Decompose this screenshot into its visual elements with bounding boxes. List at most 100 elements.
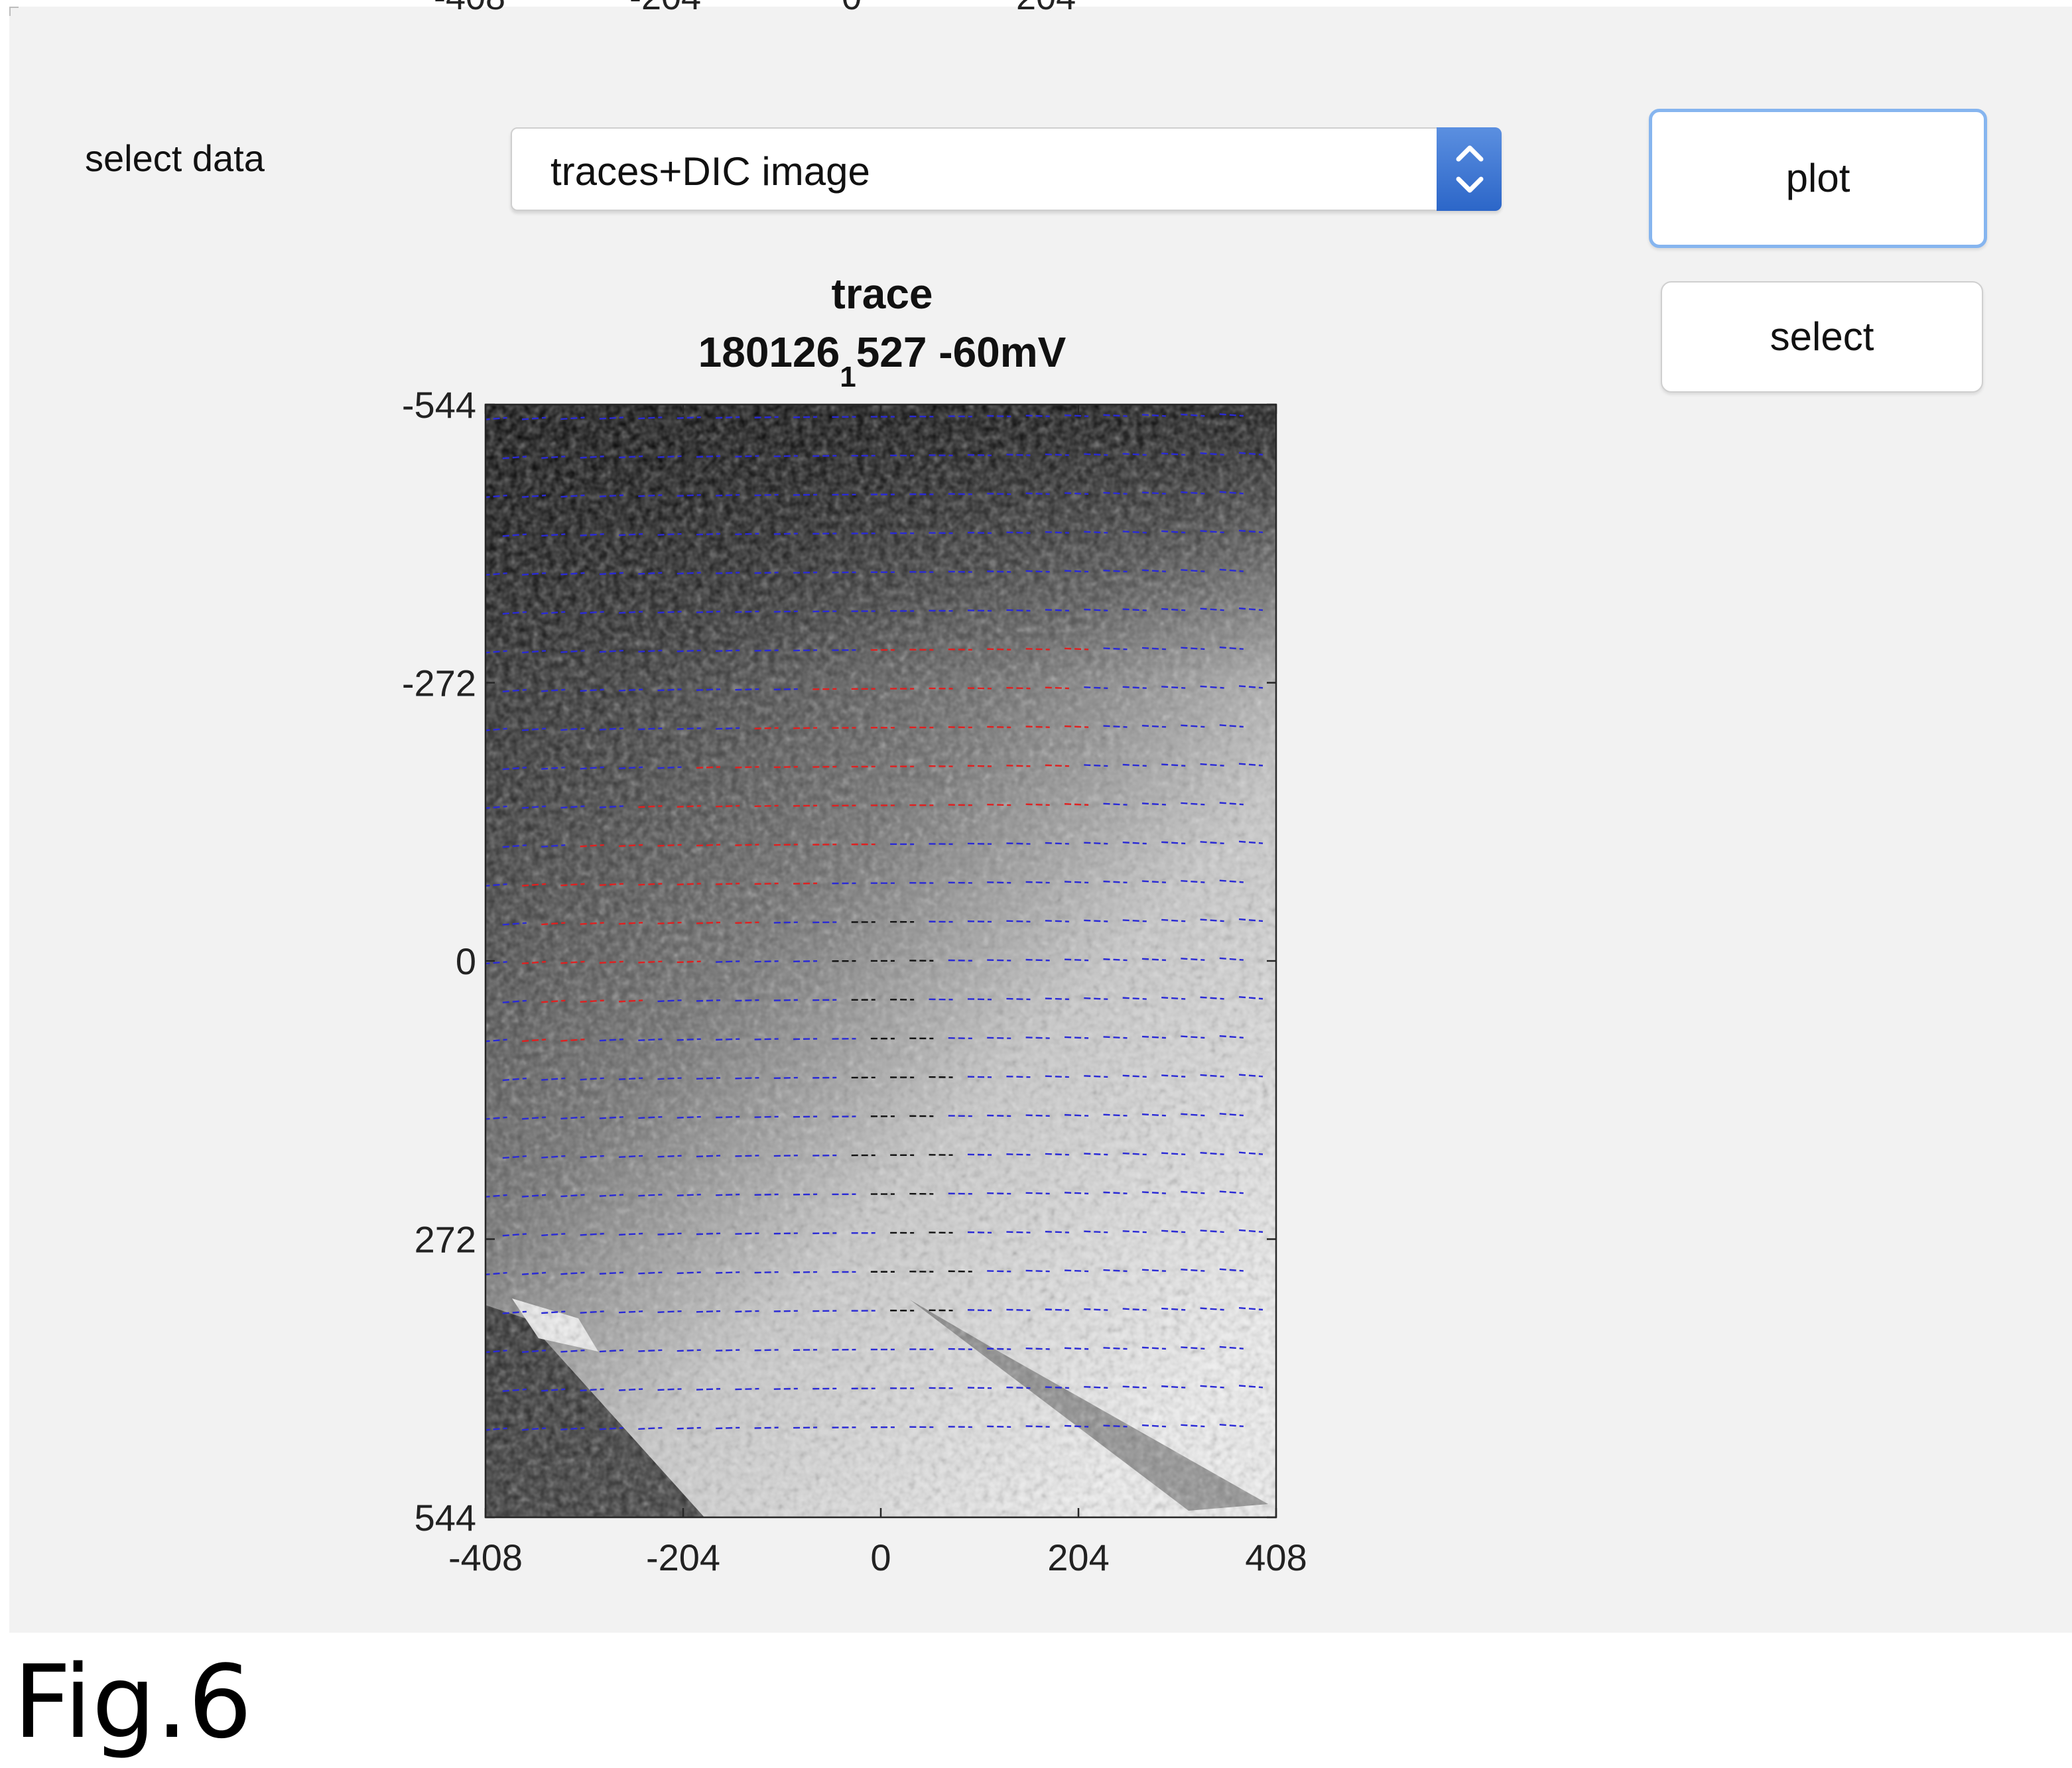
trace-dash-blue: [696, 999, 721, 1002]
trace-dash-red: [657, 921, 682, 924]
trace-dash-blue: [948, 493, 972, 495]
trace-dash-blue: [1084, 686, 1108, 690]
trace-dash-blue: [773, 688, 798, 690]
trace-dash-red: [987, 803, 1011, 806]
trace-dash-blue: [1006, 1231, 1031, 1233]
trace-dash-blue: [1084, 997, 1108, 1000]
trace-dash-blue: [716, 1349, 740, 1352]
trace-dash-blue: [773, 533, 798, 535]
trace-dash-blue: [735, 1232, 759, 1235]
y-tick-label: 544: [415, 1497, 476, 1539]
trace-dash-blue: [793, 649, 818, 652]
trace-dash-blue: [793, 571, 818, 574]
trace-dash-blue: [1084, 1230, 1108, 1233]
trace-dash-blue: [696, 1310, 721, 1313]
trace-dash-blue: [1084, 1385, 1108, 1389]
trace-dash-blue: [716, 960, 740, 963]
trace-dash-blue: [1084, 1075, 1108, 1078]
trace-dash-blue: [657, 999, 682, 1003]
trace-dash-red: [754, 727, 779, 729]
trace-dash-blue: [987, 881, 1011, 884]
trace-dash-blue: [735, 1310, 759, 1313]
trace-dash-blue: [773, 999, 798, 1001]
trace-dash-blue: [735, 455, 759, 458]
trace-dash-red: [967, 765, 992, 767]
trace-dash-blue: [754, 416, 779, 418]
trace-dash-blue: [754, 1038, 779, 1041]
trace-dash-blue: [793, 1271, 818, 1273]
trace-dash-red: [1025, 726, 1050, 728]
trace-dash-blue: [1084, 608, 1108, 611]
trace-dash-blue: [716, 727, 740, 730]
trace-dash-red: [987, 648, 1011, 651]
trace-dash-blue: [1025, 1192, 1050, 1195]
trace-dash-red: [948, 804, 972, 806]
trace-dash-blue: [967, 454, 992, 456]
trace-dash-blue: [1025, 1347, 1050, 1350]
trace-dash-blue: [1006, 920, 1031, 922]
trace-dash-blue: [657, 766, 682, 769]
trace-dash-blue: [696, 455, 721, 458]
x-tick-label: -408: [448, 1537, 523, 1578]
trace-dash-blue: [754, 649, 779, 652]
trace-dash-blue: [657, 455, 682, 458]
x-tick-label: -204: [646, 1537, 720, 1578]
trace-dash-red: [793, 727, 818, 729]
trace-dash-blue: [754, 960, 779, 963]
trace-dash-blue: [1045, 920, 1069, 922]
trace-dash-blue: [1045, 842, 1069, 845]
trace-dash-blue: [773, 1232, 798, 1235]
trace-dash-dark: [948, 1270, 972, 1273]
trace-dash-blue: [987, 1037, 1011, 1039]
trace-dash-blue: [987, 959, 1011, 962]
trace-dash-blue: [1045, 531, 1069, 534]
trace-dash-blue: [716, 416, 740, 419]
trace-dash-blue: [948, 1037, 972, 1040]
trace-chart: -408 -204 0 204 408 -544 -272 0 272 544: [402, 384, 1307, 1578]
trace-dash-blue: [735, 688, 759, 691]
trace-dash-red: [696, 921, 721, 924]
trace-dash-blue: [1045, 1153, 1069, 1156]
trace-dash-red: [967, 687, 992, 690]
trace-dash-blue: [1006, 454, 1031, 456]
trace-dash-blue: [716, 1038, 740, 1041]
trace-dash-blue: [1065, 1036, 1089, 1039]
trace-dash-red: [716, 883, 740, 885]
trace-dash-blue: [773, 1310, 798, 1312]
trace-dash-blue: [657, 1232, 682, 1235]
trace-dash-blue: [677, 1271, 701, 1275]
trace-dash-blue: [677, 1038, 701, 1041]
trace-dash-blue: [657, 1077, 682, 1080]
trace-dash-blue: [1025, 1114, 1050, 1117]
trace-dash-blue: [1065, 414, 1089, 417]
trace-dash-blue: [696, 533, 721, 536]
trace-dash-blue: [987, 493, 1011, 495]
trace-dash-blue: [1045, 1308, 1069, 1311]
trace-dash-blue: [1045, 609, 1069, 611]
trace-dash-red: [754, 882, 779, 885]
trace-dash-blue: [657, 1155, 682, 1158]
trace-dash-blue: [948, 959, 972, 962]
trace-dash-blue: [1065, 1347, 1089, 1350]
trace-dash-red: [948, 648, 972, 651]
figure-caption: Fig.6: [13, 1643, 253, 1761]
trace-dash-blue: [677, 572, 701, 575]
trace-dash-blue: [773, 921, 798, 924]
trace-dash-blue: [716, 1271, 740, 1274]
trace-dash-blue: [987, 1425, 1011, 1428]
trace-dash-blue: [793, 1193, 818, 1196]
trace-dash-red: [735, 844, 759, 846]
trace-dash-blue: [1025, 492, 1050, 495]
trace-dash-blue: [1045, 1230, 1069, 1233]
trace-dash-blue: [967, 1231, 992, 1233]
trace-dash-blue: [677, 416, 701, 419]
trace-dash-blue: [1084, 842, 1108, 845]
trace-dash-blue: [1065, 570, 1089, 573]
trace-dash-blue: [1045, 1075, 1069, 1078]
trace-dash-blue: [793, 960, 818, 962]
trace-dash-blue: [754, 1271, 779, 1274]
trace-dash-blue: [773, 610, 798, 613]
trace-dash-blue: [1006, 1153, 1031, 1156]
y-tick-label: -272: [402, 663, 476, 704]
trace-dash-blue: [1006, 1075, 1031, 1078]
